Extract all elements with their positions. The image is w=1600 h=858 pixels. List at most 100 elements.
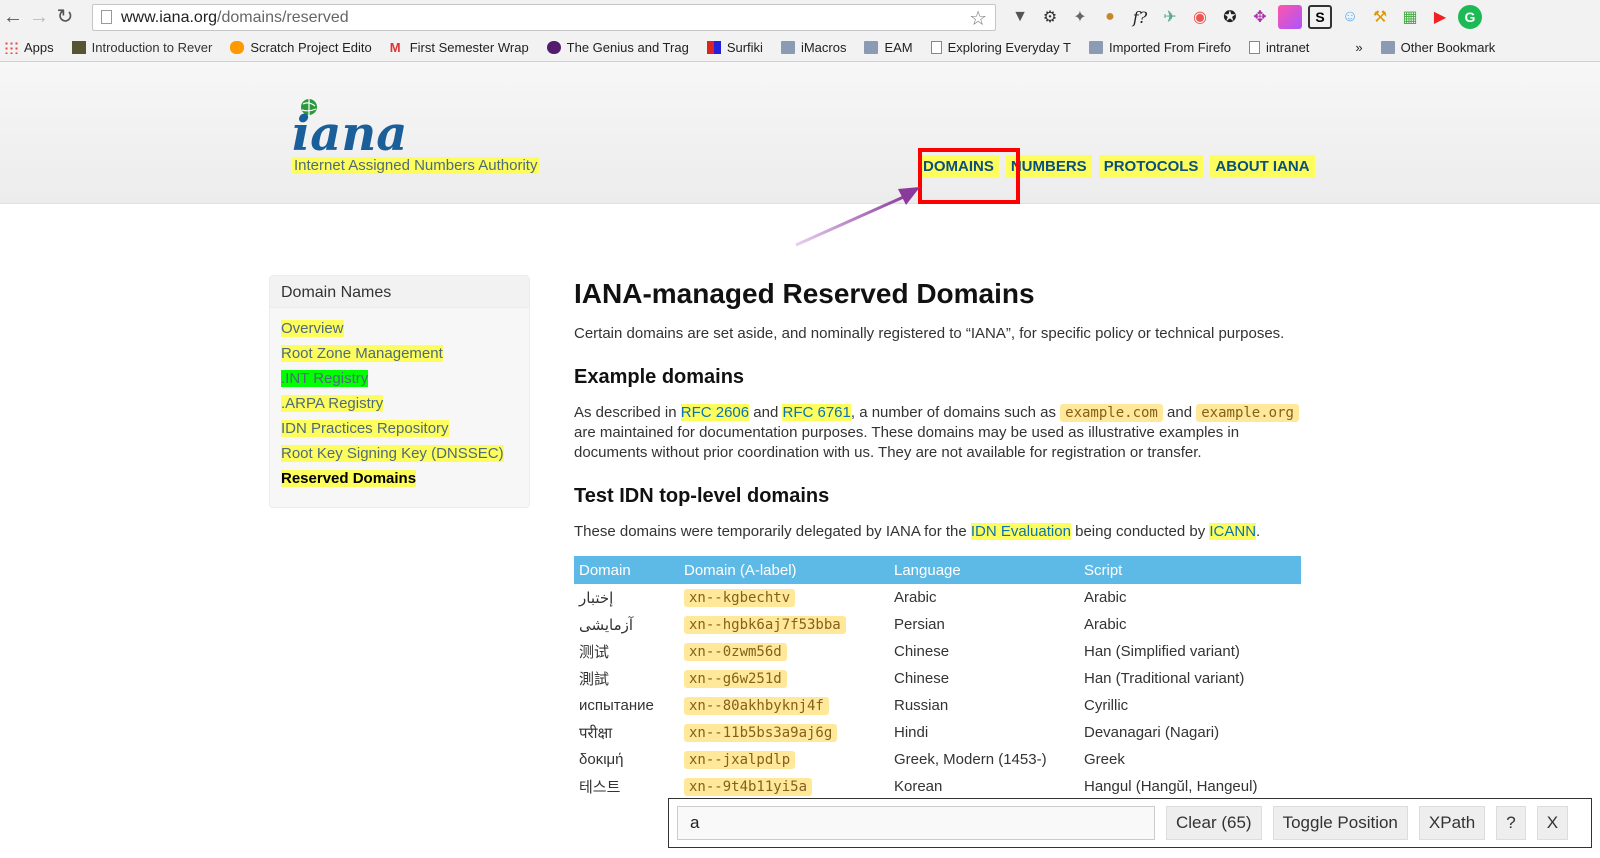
idn-table: Domain Domain (A-label) Language Script … (574, 556, 1301, 800)
color-icon[interactable] (1278, 5, 1302, 29)
alabel-link[interactable]: xn--11b5bs3a9aj6g (684, 724, 838, 742)
rfc2606-link[interactable]: RFC 2606 (680, 404, 750, 421)
bookmark-folder[interactable]: Imported From Firefo (1088, 40, 1231, 55)
domain-cell: 測試 (579, 671, 610, 688)
sidebar-item-int-registry[interactable]: .INT Registry (281, 370, 369, 387)
bookmark-item[interactable]: Introduction to Rever (71, 40, 213, 55)
iana-logo[interactable]: iana (292, 98, 442, 158)
sidebar-list: Overview Root Zone Management .INT Regis… (270, 308, 529, 495)
script-cell: Han (Simplified variant) (1084, 643, 1240, 660)
column-header: Script (1079, 556, 1301, 584)
bookmark-item[interactable]: Scratch Project Edito (230, 40, 372, 55)
back-icon[interactable]: ← (0, 0, 26, 34)
grammarly-icon[interactable]: G (1458, 5, 1482, 29)
sidebar-item-arpa-registry[interactable]: .ARPA Registry (281, 395, 384, 412)
bookmark-label: Introduction to Rever (91, 40, 213, 55)
language-cell: Chinese (894, 670, 950, 687)
language-cell: Persian (894, 616, 945, 633)
url-path: /domains/reserved (217, 8, 349, 26)
bookmark-label: First Semester Wrap (409, 40, 529, 55)
bookmark-folder[interactable]: EAM (864, 40, 913, 55)
bookmark-item[interactable]: Surfiki (706, 40, 763, 55)
formula-icon[interactable]: f? (1128, 5, 1152, 29)
close-button[interactable]: X (1536, 806, 1569, 840)
sidebar-item-root-zone[interactable]: Root Zone Management (281, 345, 443, 362)
table-row: 测试 xn--0zwm56d Chinese Han (Simplified vari… (574, 638, 1301, 665)
bookmark-item[interactable]: The Genius and Trag (546, 40, 689, 55)
domain-cell: 测试 (579, 644, 610, 661)
sidebar: Domain Names Overview Root Zone Manageme… (269, 275, 530, 508)
idn-paragraph: These domains were temporarily delegated… (574, 522, 1304, 542)
script-cell: Arabic (1084, 616, 1127, 633)
genius-favicon-icon (546, 41, 561, 54)
s-icon[interactable]: S (1308, 5, 1332, 29)
chevron-icon: » (1355, 40, 1363, 55)
scratch-favicon-icon (230, 41, 245, 54)
sidebar-item-root-key[interactable]: Root Key Signing Key (DNSSEC) (281, 445, 504, 462)
toggle-position-button[interactable]: Toggle Position (1272, 806, 1408, 840)
sidebar-item-idn-practices[interactable]: IDN Practices Repository (281, 420, 449, 437)
table-row: δοκιμή xn--jxalpdlp Greek, Modern (1453-) G… (574, 746, 1301, 773)
reload-icon[interactable]: ↻ (52, 0, 78, 34)
duckduckgo-icon[interactable]: ◉ (1188, 5, 1212, 29)
cookie-icon[interactable]: ● (1098, 5, 1122, 29)
bookmark-star-icon[interactable]: ☆ (969, 6, 987, 31)
alabel-cell: xn--0zwm56d (679, 638, 889, 665)
annotation-arrow-icon (795, 187, 920, 247)
gear-icon[interactable]: ⚙ (1038, 5, 1062, 29)
icann-link[interactable]: ICANN (1209, 523, 1257, 540)
alabel-link[interactable]: xn--80akhbyknj4f (684, 697, 829, 715)
bookmark-item[interactable]: M First Semester Wrap (390, 40, 529, 55)
folder-icon (1380, 41, 1395, 54)
text: and (1162, 404, 1193, 421)
youtube-icon[interactable]: ▶ (1428, 5, 1452, 29)
bookmark-label: EAM (884, 40, 913, 55)
bookmark-label: Surfiki (726, 40, 763, 55)
move-icon[interactable]: ✥ (1248, 5, 1272, 29)
bookmark-folder[interactable]: iMacros (780, 40, 846, 55)
bookmark-folder[interactable]: Other Bookmark (1380, 40, 1495, 55)
rfc6761-link[interactable]: RFC 6761 (782, 404, 851, 421)
clear-button[interactable]: Clear (65) (1166, 806, 1262, 840)
nav-about[interactable]: ABOUT IANA (1210, 155, 1315, 178)
settings-icon[interactable]: ✪ (1218, 5, 1242, 29)
sidebar-item-overview[interactable]: Overview (281, 320, 344, 337)
bookmarks-overflow[interactable]: » (1355, 40, 1362, 55)
extensions-bar: ▼ ⚙ ✦ ● f? ✈ ◉ ✪ ✥ S ☺ ⚒ ▦ ▶ G (1008, 5, 1482, 29)
alabel-link[interactable]: xn--kgbechtv (684, 589, 796, 607)
pocket-icon[interactable]: ▼ (1008, 5, 1032, 29)
sticker-icon[interactable]: ☺ (1338, 5, 1362, 29)
domain-cell: परीक्षा (579, 724, 613, 742)
code-example-com: example.com (1060, 404, 1163, 422)
cards-icon[interactable]: ▦ (1398, 5, 1422, 29)
gmail-icon: M (389, 40, 401, 55)
language-cell: Korean (894, 778, 943, 795)
bookmark-item[interactable]: Exploring Everyday T (930, 40, 1071, 55)
search-input[interactable] (677, 806, 1155, 840)
idn-evaluation-link[interactable]: IDN Evaluation (970, 523, 1071, 540)
help-button[interactable]: ? (1496, 806, 1526, 840)
column-header: Language (889, 556, 1079, 584)
bookmark-label: Apps (24, 40, 54, 55)
alabel-link[interactable]: xn--g6w251d (684, 670, 787, 688)
nav-protocols[interactable]: PROTOCOLS (1098, 155, 1204, 178)
alabel-link[interactable]: xn--hgbk6aj7f53bba (684, 616, 846, 634)
apps-grid-icon (4, 41, 18, 54)
tool-icon[interactable]: ⚒ (1368, 5, 1392, 29)
alabel-link[interactable]: xn--9t4b11yi5a (684, 778, 813, 796)
xpath-button[interactable]: XPath (1418, 806, 1486, 840)
alabel-link[interactable]: xn--jxalpdlp (684, 751, 796, 769)
code-example-org: example.org (1196, 404, 1299, 422)
bookmark-item[interactable]: intranet (1249, 40, 1309, 55)
bookmark-apps[interactable]: Apps (4, 40, 54, 55)
address-bar[interactable]: www.iana.org/domains/reserved ☆ (92, 4, 996, 31)
forward-icon[interactable]: → (26, 0, 52, 34)
page-icon (101, 10, 112, 24)
folder-icon (780, 41, 795, 54)
script-cell: Arabic (1084, 589, 1127, 606)
table-body: إختبار xn--kgbechtv Arabic Arabic آزمایشی xn-… (574, 584, 1301, 800)
alabel-link[interactable]: xn--0zwm56d (684, 643, 787, 661)
extension-icon[interactable]: ✦ (1068, 5, 1092, 29)
satellite-icon[interactable]: ✈ (1158, 5, 1182, 29)
sidebar-item-reserved-domains[interactable]: Reserved Domains (281, 470, 417, 487)
